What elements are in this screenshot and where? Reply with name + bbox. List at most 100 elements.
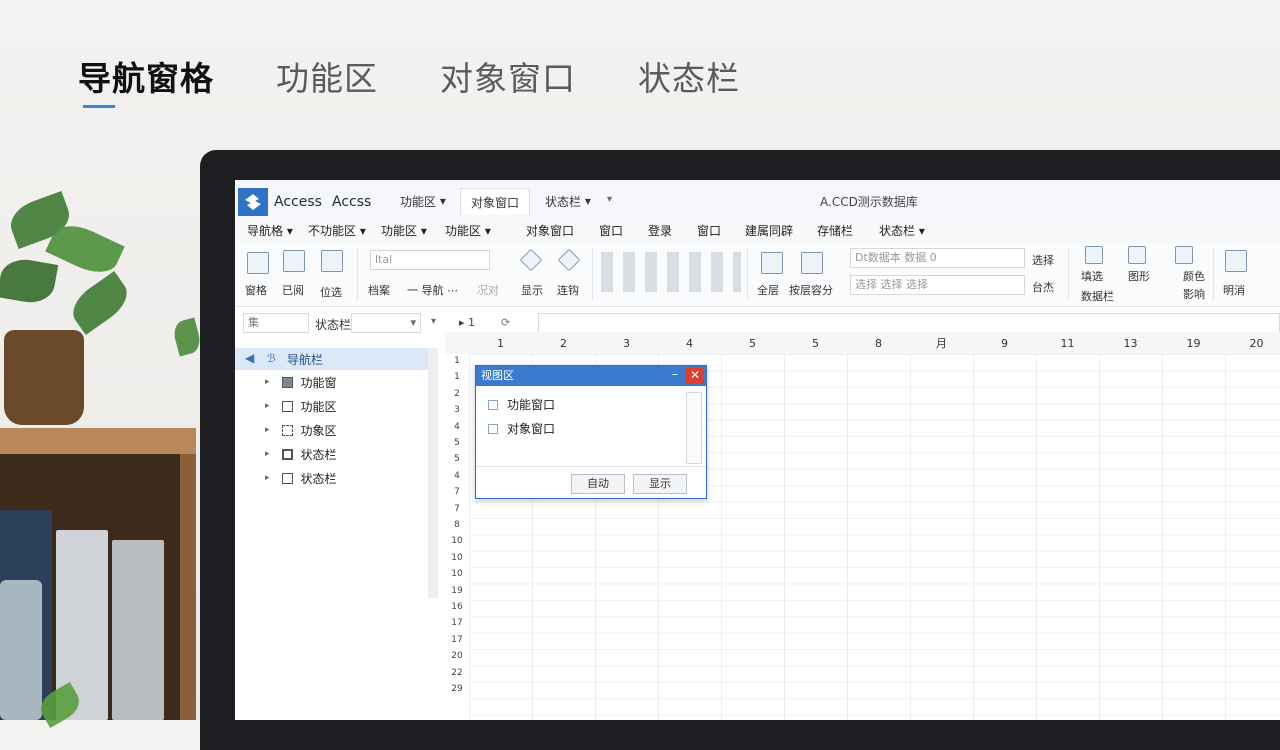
read-icon[interactable] [283,250,305,272]
menu-storage[interactable]: 存储栏 [817,222,853,239]
show-button[interactable]: 显示 [521,282,543,298]
all-layers-button[interactable]: 全层 [757,282,779,298]
column-header[interactable]: 1 [469,332,533,354]
collapse-arrow-icon[interactable]: ◀ [245,351,254,365]
column-header[interactable]: 9 [973,332,1037,354]
filter-field[interactable]: 集 [243,313,309,333]
layer-split-button[interactable]: 按层容分 [789,282,833,298]
nav-item-status-bar-1[interactable]: ▸ 状态栏 [265,444,337,464]
formula-input[interactable] [538,313,1280,333]
row-header[interactable]: 2 [445,389,469,399]
pair-button[interactable]: 况对 [477,282,499,298]
status-select[interactable]: ▾ [351,313,421,333]
row-header[interactable]: 4 [445,422,469,432]
position-icon[interactable] [321,250,343,272]
dialog-option-function-window[interactable]: 功能窗口 [488,396,555,413]
nav-item-ribbon[interactable]: ▸ 功能区 [265,396,337,416]
chevron-down-icon[interactable]: ▾ [431,316,436,327]
column-header[interactable]: 19 [1162,332,1226,354]
row-header[interactable]: 5 [445,454,469,464]
diamond-icon[interactable] [557,248,581,272]
pane-icon[interactable] [247,252,269,274]
data-bar-button[interactable]: 数据栏 [1081,288,1114,304]
refresh-icon[interactable]: ⟳ [501,316,510,329]
menu-ribbon-2[interactable]: 功能区 ▾ [445,222,491,239]
row-header[interactable]: 1 [445,372,469,382]
clear-button[interactable]: 明消 [1223,282,1245,298]
filter-icon[interactable] [1085,246,1103,264]
row-header[interactable]: 10 [445,569,469,579]
row-header[interactable]: 10 [445,536,469,546]
row-header[interactable]: 10 [445,553,469,563]
menu-nonfunction[interactable]: 不功能区 ▾ [308,222,366,239]
column-header[interactable]: 2 [532,332,596,354]
color-icon[interactable] [1175,246,1193,264]
slide-tab-ribbon[interactable]: 功能区 [276,52,378,100]
column-header[interactable]: 4 [658,332,722,354]
chart-icon[interactable] [1128,246,1146,264]
clear-icon[interactable] [1225,250,1247,272]
minimize-icon[interactable]: – [672,367,678,381]
title-tab-ribbon[interactable]: 功能区 ▾ [390,188,456,214]
row-header[interactable]: 8 [445,520,469,530]
data-combo[interactable]: Dt数据本 数据 0 [850,248,1025,268]
title-tab-object-window[interactable]: 对象窗口 [460,188,531,215]
slide-tab-nav-pane[interactable]: 导航窗格 [78,52,214,100]
row-header[interactable]: 19 [445,586,469,596]
menu-window-2[interactable]: 窗口 [697,222,721,239]
column-header[interactable]: 11 [1036,332,1100,354]
row-header[interactable]: 17 [445,618,469,628]
row-header[interactable]: 17 [445,635,469,645]
color-button[interactable]: 颜色 [1183,268,1205,284]
select-combo[interactable]: 选择 选择 选择 [850,275,1025,295]
position-button[interactable]: 位选 [320,284,342,300]
archive-button[interactable]: 档案 [368,282,390,298]
dialog-option-object-window[interactable]: 对象窗口 [488,420,555,437]
link-button[interactable]: 连钩 [557,282,579,298]
row-header[interactable]: 7 [445,487,469,497]
column-header[interactable]: 月 [910,332,974,354]
close-icon[interactable]: ✕ [686,367,704,384]
column-header[interactable]: 3 [595,332,659,354]
auto-button[interactable]: 自动 [571,474,625,494]
menu-nav-grid[interactable]: 导航格 ▾ [247,222,293,239]
navigate-button[interactable]: 一 导航 ⋯ [407,282,458,298]
nav-item-function-window[interactable]: ▸ 功能窗 [265,372,337,392]
dialog-scrollbar[interactable] [686,392,702,464]
all-icon[interactable] [761,252,783,274]
column-header[interactable]: 13 [1099,332,1163,354]
column-header[interactable]: 5 [784,332,848,354]
slide-tab-status-bar[interactable]: 状态栏 [638,52,740,100]
menu-window[interactable]: 窗口 [599,222,623,239]
layer-icon[interactable] [801,252,823,274]
column-header[interactable]: 20 [1225,332,1280,354]
row-header[interactable]: 22 [445,668,469,678]
menu-ribbon-1[interactable]: 功能区 ▾ [381,222,427,239]
slide-tab-object-window[interactable]: 对象窗口 [440,52,576,100]
row-header[interactable]: 3 [445,405,469,415]
shape-button[interactable]: 图形 [1128,268,1150,284]
select-all-corner[interactable] [445,332,470,354]
chevron-down-icon[interactable]: ▾ [607,194,612,205]
row-header[interactable]: 29 [445,684,469,694]
column-header[interactable]: 5 [721,332,785,354]
brush-icon[interactable] [519,248,543,272]
nav-item-object-area[interactable]: ▸ 功象区 [265,420,337,440]
row-header[interactable]: 7 [445,504,469,514]
menu-create[interactable]: 建属同辟 [745,222,793,239]
title-tab-status-bar[interactable]: 状态栏 ▾ [535,188,601,214]
row-header[interactable]: 1 [445,356,469,366]
pane-button[interactable]: 窗格 [245,282,267,298]
effect-button[interactable]: 影响 [1183,286,1205,302]
read-button[interactable]: 已阅 [282,282,304,298]
column-header[interactable]: 8 [847,332,911,354]
row-header[interactable]: 16 [445,602,469,612]
row-header[interactable]: 5 [445,438,469,448]
nav-header[interactable]: ◀ ℬ 导航栏 [235,348,431,370]
font-field[interactable]: ltal [370,250,490,270]
record-pager[interactable]: ▸ 1 [459,316,475,329]
nav-scrollbar[interactable] [428,348,438,598]
menu-login[interactable]: 登录 [648,222,672,239]
nav-item-status-bar-2[interactable]: ▸ 状态栏 [265,468,337,488]
row-header[interactable]: 20 [445,651,469,661]
